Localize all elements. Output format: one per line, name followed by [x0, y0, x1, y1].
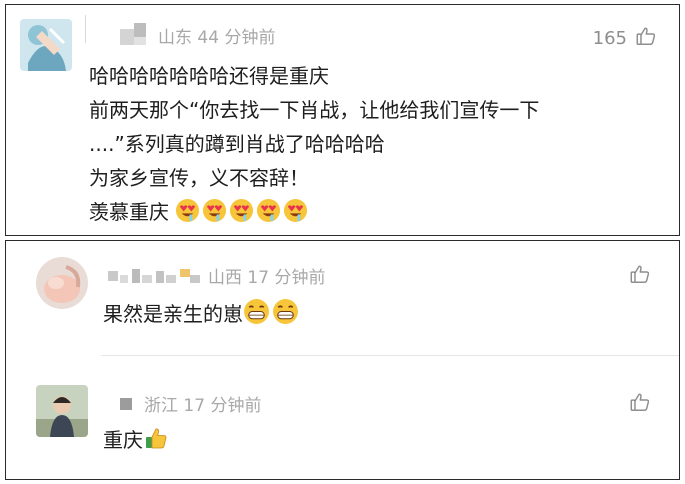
location-time: 浙江 17 分钟前: [144, 396, 262, 416]
replies-card: 山西 17 分钟前 果然是亲生的崽 浙江 17 分钟前 重庆: [5, 240, 680, 480]
grin-emoji: [272, 298, 299, 335]
reply-meta: 山西 17 分钟前: [106, 263, 325, 288]
reply-body: 果然是亲生的崽: [103, 297, 301, 335]
like-button[interactable]: [629, 263, 651, 290]
thumbs-up-icon: [629, 263, 651, 290]
reply-text: 重庆: [103, 428, 143, 452]
comment-line: 为家乡宣传，义不容辞！: [89, 166, 309, 190]
grin-emoji: [243, 298, 270, 335]
comment-line: 羡慕重庆: [89, 200, 169, 224]
user-avatar[interactable]: [20, 19, 72, 71]
like-button[interactable]: 165: [593, 25, 657, 52]
comment-line: ....”系列真的蹲到肖战了哈哈哈哈: [89, 132, 385, 156]
divider: [85, 15, 86, 43]
reply-meta: 浙江 17 分钟前: [118, 391, 261, 416]
location-time: 山东 44 分钟前: [158, 28, 276, 48]
reply-text: 果然是亲生的崽: [103, 302, 243, 326]
heart-eyes-emoji: [283, 198, 308, 233]
comment-body: 哈哈哈哈哈哈哈还得是重庆 前两天那个“你去找一下肖战，让他给我们宣传一下 ...…: [89, 59, 539, 233]
comment-card: 山东 44 分钟前 165 哈哈哈哈哈哈哈还得是重庆 前两天那个“你去找一下肖战…: [5, 4, 680, 236]
reply-divider: [101, 355, 679, 356]
reply-body: 重庆: [103, 423, 171, 461]
blurred-username: [118, 22, 152, 45]
heart-eyes-emoji: [256, 198, 281, 233]
heart-eyes-emoji: [229, 198, 254, 233]
blurred-username: [106, 267, 202, 285]
comment-line: 前两天那个“你去找一下肖战，让他给我们宣传一下: [89, 98, 540, 122]
comment-line: 哈哈哈哈哈哈哈还得是重庆: [89, 64, 329, 88]
user-avatar[interactable]: [36, 257, 88, 309]
location-time: 山西 17 分钟前: [208, 268, 326, 288]
blurred-username: [118, 395, 138, 413]
thumbs-up-icon: [635, 25, 657, 52]
thumbs-up-icon: [629, 391, 651, 418]
like-count: 165: [592, 28, 627, 49]
comment-line-last: 羡慕重庆: [89, 195, 539, 233]
thumbs-up-emoji: [143, 425, 169, 461]
user-avatar[interactable]: [36, 385, 88, 437]
heart-eyes-emoji: [175, 198, 200, 233]
heart-eyes-emoji: [202, 198, 227, 233]
like-button[interactable]: [629, 391, 651, 418]
comment-meta: 山东 44 分钟前: [118, 22, 276, 48]
